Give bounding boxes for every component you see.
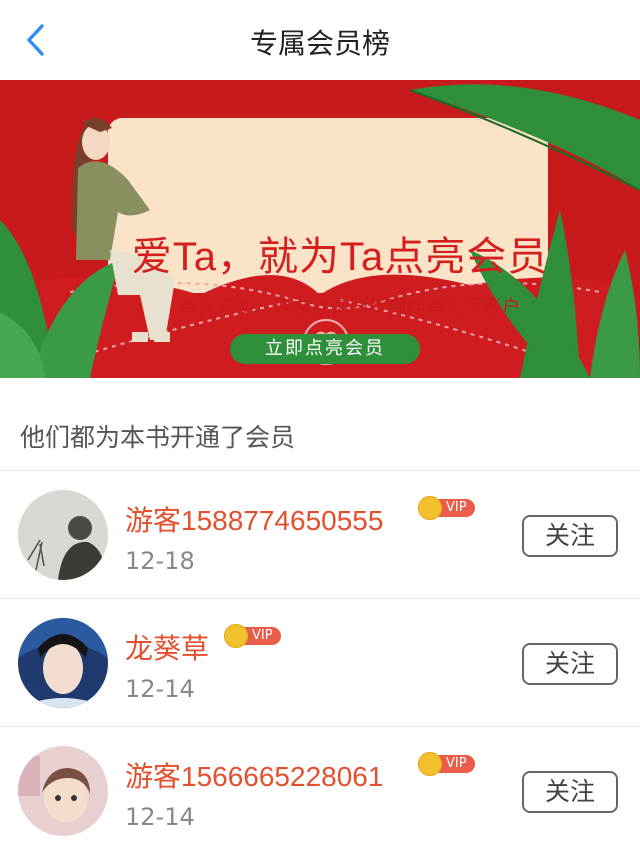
page-title: 专属会员榜 — [249, 27, 390, 60]
join-date: 12-14 — [125, 675, 195, 703]
join-date: 12-14 — [125, 803, 195, 831]
follow-button[interactable]: 关注 — [522, 771, 618, 813]
top-nav-bar: 专属会员榜 — [0, 0, 640, 80]
avatar[interactable] — [18, 746, 108, 836]
crown-icon — [418, 496, 442, 520]
member-row[interactable]: 游客1566665228061 VIP 12-14 关注 — [0, 727, 640, 854]
member-name[interactable]: 游客1588774650555 — [125, 499, 383, 539]
avatar[interactable] — [18, 490, 108, 580]
member-name[interactable]: 游客1566665228061 — [125, 755, 383, 795]
vip-badge: VIP — [418, 752, 475, 776]
vip-badge: VIP — [418, 496, 475, 520]
avatar-image — [18, 490, 108, 580]
avatar-image — [18, 746, 108, 836]
follow-button[interactable]: 关注 — [522, 643, 618, 685]
banner-headline: 爱Ta，就为Ta点亮会员 — [131, 235, 549, 279]
banner-subtitle: 点亮成功，收益立刻同步到作者大大账户 — [179, 297, 521, 318]
member-row[interactable]: 游客1588774650555 VIP 12-18 关注 — [0, 471, 640, 598]
vip-badge: VIP — [224, 624, 281, 648]
avatar[interactable] — [18, 618, 108, 708]
member-name[interactable]: 龙葵草 — [125, 627, 209, 667]
crown-icon — [418, 752, 442, 776]
crown-icon — [224, 624, 248, 648]
light-up-membership-button[interactable]: 立即点亮会员 — [230, 334, 420, 364]
promo-banner[interactable]: 爱Ta，就为Ta点亮会员 点亮成功，收益立刻同步到作者大大账户 立即点亮会员 — [0, 80, 640, 378]
avatar-image — [18, 618, 108, 708]
join-date: 12-18 — [125, 547, 195, 575]
follow-button[interactable]: 关注 — [522, 515, 618, 557]
section-label: 他们都为本书开通了会员 — [20, 423, 296, 452]
member-row[interactable]: 龙葵草 VIP 12-14 关注 — [0, 599, 640, 726]
